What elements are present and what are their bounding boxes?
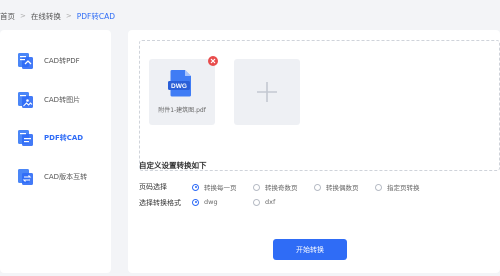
radio-format-dwg[interactable]: dwg — [192, 198, 218, 206]
sidebar-item-cad-to-image[interactable]: CAD转图片 — [0, 84, 111, 116]
add-file-button[interactable] — [234, 59, 300, 125]
cad-to-pdf-icon — [18, 53, 33, 69]
sidebar-item-cad-version[interactable]: CAD版本互转 — [0, 161, 111, 193]
sidebar-item-label: CAD转图片 — [44, 96, 81, 104]
radio-label: dxf — [265, 198, 276, 206]
plus-icon — [257, 82, 277, 102]
breadcrumb-separator: > — [65, 12, 72, 20]
dwg-file-icon: DWG — [168, 70, 191, 97]
radio-label: 转换奇数页 — [265, 184, 298, 192]
file-badge-text: DWG — [171, 83, 187, 90]
breadcrumb-section[interactable]: 在线转换 — [31, 11, 61, 22]
uploaded-file-name: 附件1-建筑图.pdf — [158, 107, 206, 114]
settings-title: 自定义设置转换如下 — [139, 161, 207, 170]
radio-dot — [192, 183, 199, 191]
sidebar-item-label: CAD版本互转 — [44, 173, 88, 181]
radio-dot — [253, 183, 260, 191]
sidebar: CAD转PDF CAD转图片 PDF转CAD CAD版本互转 — [0, 30, 111, 273]
radio-label: 指定页转换 — [387, 184, 420, 192]
sidebar-item-pdf-to-cad[interactable]: PDF转CAD — [0, 122, 111, 154]
radio-odd-pages[interactable]: 转换奇数页 — [253, 182, 298, 192]
main-panel: DWG 附件1-建筑图.pdf 自定义设置转换如下 页码选择 转换每一页 转换奇… — [128, 30, 500, 273]
radio-dot — [375, 183, 382, 191]
radio-specific-pages[interactable]: 指定页转换 — [375, 182, 420, 192]
pdf-to-cad-icon — [18, 130, 33, 146]
start-convert-button[interactable]: 开始转换 — [273, 239, 347, 260]
sidebar-item-label: PDF转CAD — [44, 134, 84, 142]
uploaded-file-card[interactable]: DWG 附件1-建筑图.pdf — [149, 56, 218, 125]
radio-dot — [314, 183, 321, 191]
breadcrumb-separator: > — [20, 12, 26, 20]
radio-even-pages[interactable]: 转换偶数页 — [314, 182, 359, 192]
format-select-label: 选择转换格式 — [139, 199, 181, 207]
breadcrumb: 首页 > 在线转换 > PDF转CAD — [0, 9, 115, 23]
cad-to-image-icon — [18, 92, 33, 108]
sidebar-item-cad-to-pdf[interactable]: CAD转PDF — [0, 45, 111, 77]
radio-label: 转换偶数页 — [326, 184, 359, 192]
radio-format-dxf[interactable]: dxf — [253, 198, 275, 206]
breadcrumb-home[interactable]: 首页 — [0, 11, 15, 22]
radio-dot — [192, 198, 199, 206]
close-icon[interactable] — [208, 56, 218, 66]
radio-dot — [253, 198, 260, 206]
page-select-label: 页码选择 — [139, 183, 167, 191]
breadcrumb-current: PDF转CAD — [76, 11, 116, 21]
radio-label: 转换每一页 — [204, 184, 237, 192]
radio-every-page[interactable]: 转换每一页 — [192, 182, 237, 192]
cad-version-icon — [18, 169, 33, 185]
radio-label: dwg — [204, 198, 218, 206]
sidebar-item-label: CAD转PDF — [44, 57, 80, 65]
upload-dropzone[interactable]: DWG 附件1-建筑图.pdf — [139, 40, 500, 171]
